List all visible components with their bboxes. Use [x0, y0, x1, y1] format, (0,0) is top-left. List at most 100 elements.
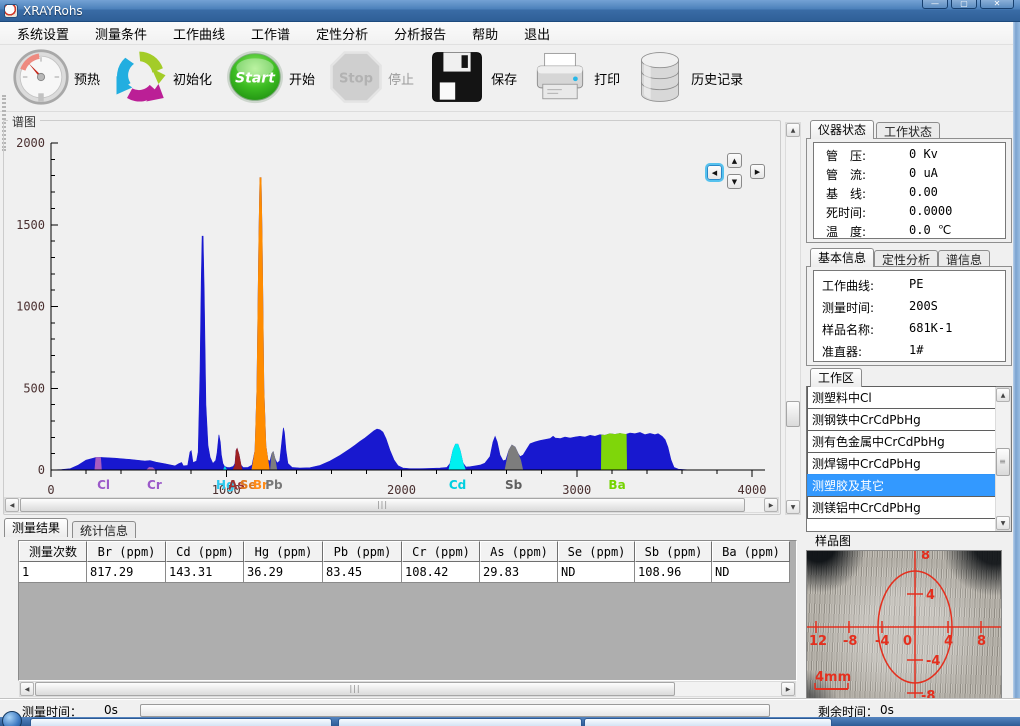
initialize-button[interactable]: 初始化 [113, 48, 212, 109]
pan-down-button[interactable]: ▼ [727, 174, 742, 189]
workspace-item-nonferrous[interactable]: 测有色金属中CrCdPbHg [807, 430, 996, 453]
workspace-scroll-down-arrow-icon[interactable]: ▼ [996, 516, 1010, 530]
svg-text:2000: 2000 [387, 483, 416, 497]
start-orb-icon[interactable] [2, 711, 22, 726]
workspace-item-plastic-cl[interactable]: 测塑料中Cl [807, 386, 996, 409]
instrument-status-box: 管 压:0 Kv 管 流:0 uA 基 线:0.00 死时间:0.0000 温 … [806, 138, 1012, 243]
menu-system-settings[interactable]: 系统设置 [8, 21, 78, 46]
collimator-value: 1# [909, 343, 923, 357]
app-icon [4, 4, 18, 18]
start-button[interactable]: Start 开始 [225, 49, 315, 108]
basic-info-inner: 工作曲线:PE 测量时间:200S 样品名称:681K-1 准直器:1# [813, 270, 1006, 362]
workspace-scrollbar[interactable]: ▲ ≡ ▼ [995, 387, 1011, 531]
col-header-as: As (ppm) [480, 541, 558, 562]
measure-time-value: 200S [909, 299, 938, 313]
chart-scroll-left-arrow-icon[interactable]: ◀ [5, 498, 19, 512]
table-scroll-right-arrow-icon[interactable]: ▶ [781, 682, 795, 696]
tab-qualitative[interactable]: 定性分析 [874, 250, 938, 267]
tab-workspace[interactable]: 工作区 [810, 368, 862, 387]
taskbar-fragment [0, 717, 1020, 726]
sample-y-label-8: 8 [921, 551, 930, 563]
table-h-scroll-thumb[interactable]: ||| [35, 682, 675, 696]
chart-h-scrollbar[interactable]: ◀ ||| ▶ [4, 497, 779, 513]
tab-statistics[interactable]: 统计信息 [72, 521, 136, 538]
application-window: XRAYRohs — ▢ ✕ 系统设置 测量条件 工作曲线 工作谱 定性分析 分… [0, 0, 1020, 726]
preheat-button[interactable]: 预热 [12, 48, 100, 109]
taskbar-button[interactable] [338, 718, 582, 726]
print-label: 打印 [594, 69, 620, 88]
window-title: XRAYRohs [23, 4, 83, 18]
col-header-sb: Sb (ppm) [635, 541, 712, 562]
menu-working-curve[interactable]: 工作曲线 [164, 21, 234, 46]
chart-v-scrollbar[interactable]: ▲ ▼ [785, 122, 801, 515]
instrument-status-inner: 管 压:0 Kv 管 流:0 uA 基 线:0.00 死时间:0.0000 温 … [813, 142, 1006, 239]
measure-progress-bar [140, 704, 770, 717]
tab-instrument-status[interactable]: 仪器状态 [810, 120, 874, 139]
menu-help[interactable]: 帮助 [463, 21, 507, 46]
menu-analysis-report[interactable]: 分析报告 [385, 21, 455, 46]
workspace-item-mg-al[interactable]: 测镁铝中CrCdPbHg [807, 496, 996, 519]
sample-x-label-0: 0 [903, 634, 912, 649]
workspace-item-steel[interactable]: 测钢铁中CrCdPbHg [807, 408, 996, 431]
svg-text:Cr: Cr [147, 478, 162, 492]
pan-up-button[interactable]: ▲ [727, 153, 742, 168]
history-button[interactable]: 历史记录 [633, 48, 743, 109]
tab-measure-results[interactable]: 测量结果 [4, 518, 68, 537]
cell-ba: ND [712, 562, 790, 583]
svg-text:0: 0 [47, 483, 54, 497]
col-header-cd: Cd (ppm) [166, 541, 244, 562]
sample-y-label-4: 4 [926, 588, 935, 603]
tab-basic-info[interactable]: 基本信息 [810, 248, 874, 267]
title-bar: XRAYRohs [0, 0, 1020, 22]
tab-spectrum-info[interactable]: 谱信息 [938, 250, 990, 267]
maximize-button[interactable]: ▢ [951, 0, 977, 9]
table-h-scrollbar[interactable]: ◀ ||| ▶ [19, 681, 796, 697]
col-header-count: 测量次数 [19, 541, 87, 562]
temperature-label: 温 度: [826, 223, 866, 240]
cell-cd: 143.31 [166, 562, 244, 583]
chart-v-scroll-thumb[interactable] [786, 401, 800, 427]
collimator-label: 准直器: [822, 343, 862, 360]
workspace-scroll-up-arrow-icon[interactable]: ▲ [996, 388, 1010, 402]
sample-y-label-neg4: -4 [926, 654, 940, 669]
col-header-cr: Cr (ppm) [402, 541, 480, 562]
results-data-row[interactable]: 1 817.29 143.31 36.29 83.45 108.42 29.83… [19, 562, 796, 583]
menu-bar: 系统设置 测量条件 工作曲线 工作谱 定性分析 分析报告 帮助 退出 [0, 22, 1020, 45]
sample-scale-label: 4mm [815, 670, 851, 685]
minimize-button[interactable]: — [922, 0, 948, 9]
sample-x-label-4: 4 [944, 634, 953, 649]
chart-scroll-up-arrow-icon[interactable]: ▲ [786, 123, 800, 137]
table-scroll-left-arrow-icon[interactable]: ◀ [20, 682, 34, 696]
svg-text:Cd: Cd [449, 478, 466, 492]
pan-left-button[interactable]: ◀ [707, 165, 722, 180]
menu-measure-conditions[interactable]: 测量条件 [86, 21, 156, 46]
svg-text:2000: 2000 [16, 136, 45, 150]
tab-working-status[interactable]: 工作状态 [876, 122, 940, 139]
chart-h-scroll-thumb[interactable]: ||| [20, 498, 745, 512]
col-header-ba: Ba (ppm) [712, 541, 790, 562]
cell-count: 1 [19, 562, 87, 583]
workspace-item-solder[interactable]: 测焊锡中CrCdPbHg [807, 452, 996, 475]
menu-exit[interactable]: 退出 [515, 21, 559, 46]
menu-working-spectrum[interactable]: 工作谱 [242, 21, 299, 46]
save-button[interactable]: 保存 [427, 48, 517, 109]
initialize-label: 初始化 [173, 69, 212, 88]
chart-scroll-right-arrow-icon[interactable]: ▶ [764, 498, 778, 512]
baseline-label: 基 线: [826, 185, 866, 202]
pan-right-button[interactable]: ▶ [750, 164, 765, 179]
workspace-item-plastics-other[interactable]: 测塑胶及其它 [807, 474, 996, 497]
save-icon [427, 48, 487, 109]
close-button[interactable]: ✕ [980, 0, 1014, 9]
chart-scroll-down-arrow-icon[interactable]: ▼ [786, 500, 800, 514]
taskbar-button[interactable] [584, 718, 832, 726]
workspace-scroll-thumb[interactable]: ≡ [996, 448, 1010, 476]
remaining-time-value: 0s [880, 703, 894, 717]
print-button[interactable]: 打印 [530, 48, 620, 109]
start-label: 开始 [289, 69, 315, 88]
sample-camera-image: 12 -8 -4 0 4 8 8 4 -4 -8 4mm [806, 550, 1002, 700]
sample-name-value: 681K-1 [909, 321, 952, 335]
menu-qualitative-analysis[interactable]: 定性分析 [307, 21, 377, 46]
taskbar-button[interactable] [30, 718, 332, 726]
col-header-pb: Pb (ppm) [323, 541, 402, 562]
stop-button[interactable]: Stop 停止 [328, 49, 414, 108]
